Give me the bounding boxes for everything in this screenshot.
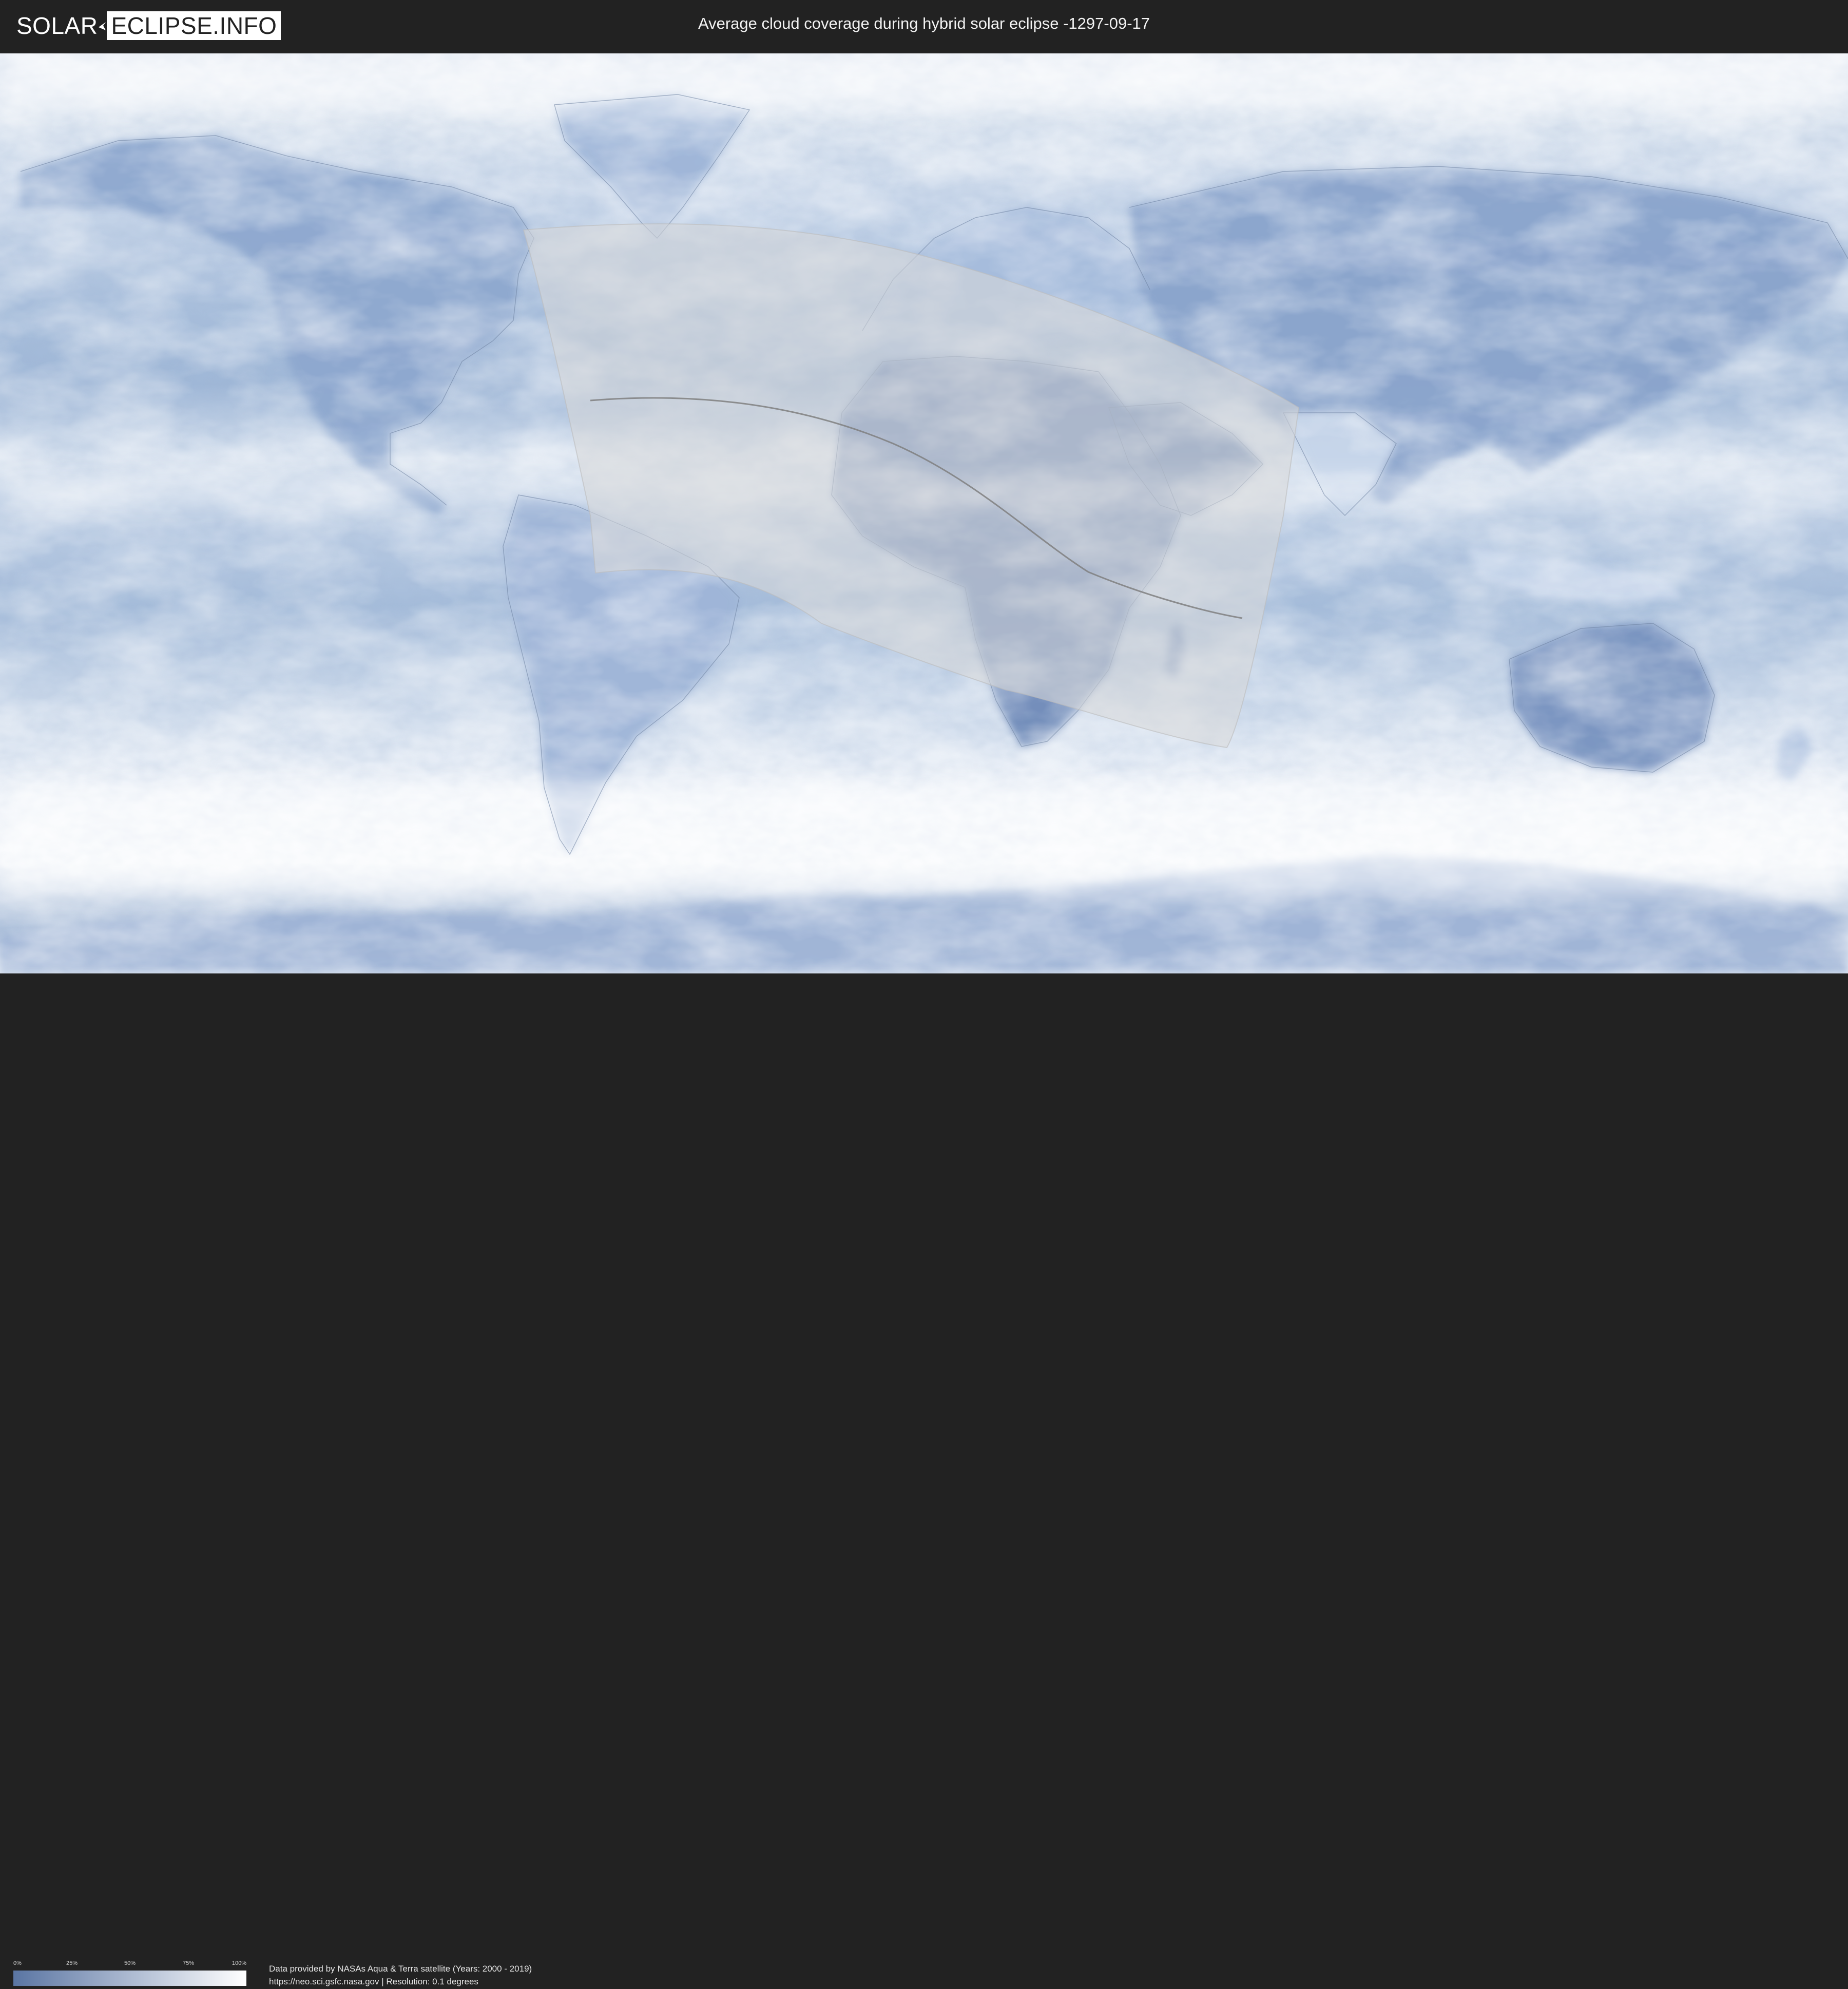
page-title: Average cloud coverage during hybrid sol… (698, 14, 1150, 32)
attribution-link[interactable]: https://neo.sci.gsfc.nasa.gov | Resoluti… (269, 1975, 532, 1988)
data-attribution: Data provided by NASAs Aqua & Terra sate… (269, 1962, 532, 1988)
cloud-coverage-legend: 0% 25% 50% 75% 100% (13, 1960, 246, 1989)
legend-tick-75: 75% (182, 1960, 195, 1966)
header-bar: SOLAR ECLIPSE.INFO Average cloud coverag… (0, 0, 1848, 51)
footer-bar: 0% 25% 50% 75% 100% Data provided by NAS… (0, 973, 1848, 1986)
legend-tick-0: 0% (13, 1960, 22, 1966)
legend-gradient-bar (13, 1971, 246, 1986)
attribution-source: Data provided by NASAs Aqua & Terra sate… (269, 1964, 532, 1974)
legend-tick-50: 50% (124, 1960, 136, 1966)
cloud-coverage-map[interactable] (0, 53, 1848, 973)
legend-tick-100: 100% (232, 1960, 247, 1966)
map-canvas (0, 53, 1848, 973)
legend-tick-25: 25% (66, 1960, 78, 1966)
